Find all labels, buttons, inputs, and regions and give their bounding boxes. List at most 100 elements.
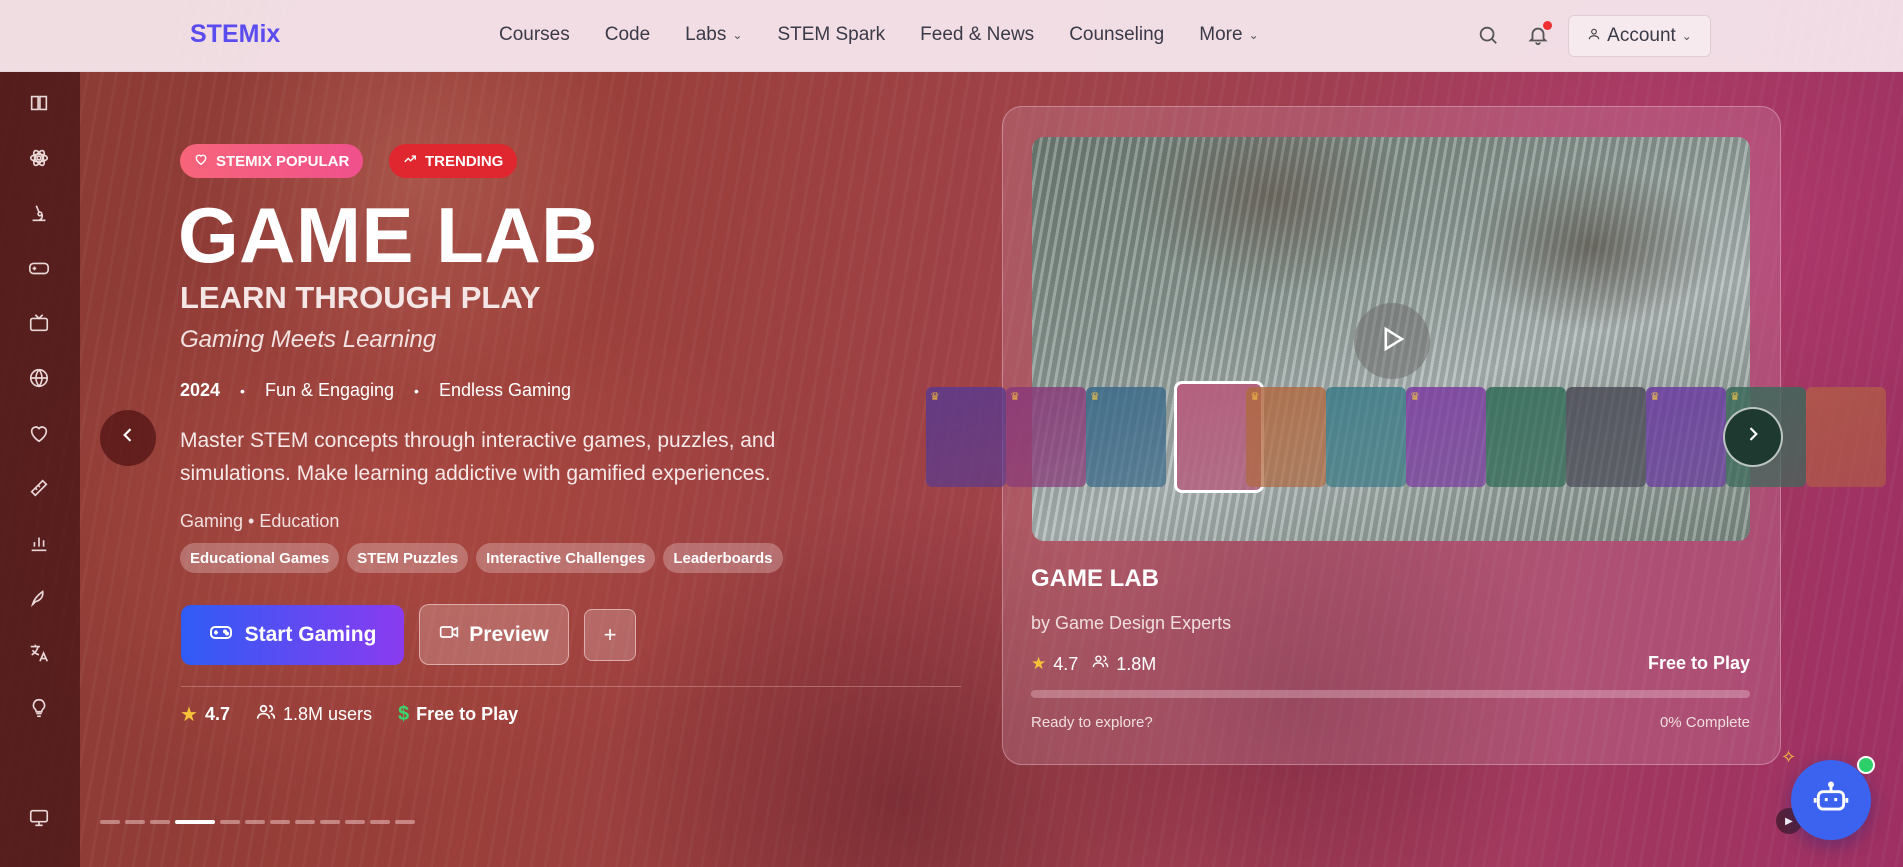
preview-button[interactable]: Preview xyxy=(419,604,569,665)
thumbnail-item[interactable] xyxy=(1326,387,1406,487)
pager-dot[interactable] xyxy=(345,820,365,824)
notification-dot xyxy=(1543,21,1552,30)
thumbnail-item[interactable]: ♛ xyxy=(1246,387,1326,487)
pager-dot[interactable] xyxy=(175,820,215,824)
ruler-icon[interactable] xyxy=(28,477,52,501)
card-author: by Game Design Experts xyxy=(1031,613,1232,633)
play-icon xyxy=(1377,324,1407,359)
thumbnail-item[interactable] xyxy=(1806,387,1886,487)
add-to-list-button[interactable]: + xyxy=(584,609,636,661)
top-navigation: STEMix Courses Code Labs ⌄ STEM Spark Feed & … xyxy=(0,0,1903,72)
tv-icon[interactable] xyxy=(28,312,52,336)
nav-link-more[interactable]: More ⌄ xyxy=(1199,24,1258,46)
atom-icon[interactable] xyxy=(28,147,52,171)
hero-price-value: Free to Play xyxy=(416,704,519,724)
monitor-icon[interactable] xyxy=(28,807,52,831)
account-label: Account xyxy=(1607,25,1676,46)
hero-meta: 2024 • Fun & Engaging • Endless Gaming xyxy=(180,380,571,401)
gamepad-icon xyxy=(209,620,233,650)
account-button[interactable]: Account ⌄ xyxy=(1568,15,1711,57)
pager-dot[interactable] xyxy=(150,820,170,824)
pager-dot[interactable] xyxy=(295,820,315,824)
card-ready-text: Ready to explore? xyxy=(1031,714,1153,731)
thumbnail-item[interactable]: ♛ xyxy=(926,387,1006,487)
card-users-value: 1.8M xyxy=(1116,653,1157,674)
heart-icon[interactable] xyxy=(28,422,52,446)
tag-chip[interactable]: Leaderboards xyxy=(663,543,783,573)
crown-icon: ♛ xyxy=(1250,391,1260,403)
play-video-button[interactable] xyxy=(1354,303,1430,379)
tag-chip[interactable]: Interactive Challenges xyxy=(476,543,656,573)
pager-dot[interactable] xyxy=(100,820,120,824)
hero-meta-2: Endless Gaming xyxy=(438,380,572,400)
user-icon xyxy=(1587,25,1601,47)
online-status-dot xyxy=(1857,756,1875,774)
nav-link-courses[interactable]: Courses xyxy=(499,24,570,46)
chart-icon[interactable] xyxy=(28,532,52,556)
nav-link-labs[interactable]: Labs ⌄ xyxy=(685,24,742,46)
video-icon xyxy=(439,622,459,648)
thumbnail-item[interactable]: ♛ xyxy=(1086,387,1166,487)
popular-badge-label: STEMIX POPULAR xyxy=(216,152,350,170)
hero-tagline: Gaming Meets Learning xyxy=(180,326,437,353)
chevron-down-icon: ⌄ xyxy=(1681,29,1692,43)
gamepad-icon[interactable] xyxy=(28,257,52,281)
book-icon[interactable] xyxy=(28,92,52,116)
meta-separator: • xyxy=(414,382,419,399)
nav-link-label: STEM Spark xyxy=(777,24,886,45)
nav-link-label: Feed & News xyxy=(920,24,1035,45)
users-icon xyxy=(256,702,276,727)
hero-subtitle: LEARN THROUGH PLAY xyxy=(180,280,541,315)
sparkle-icon: ✧ xyxy=(1781,747,1797,767)
thumbnail-item[interactable]: ♛ xyxy=(1006,387,1086,487)
pager-dot[interactable] xyxy=(220,820,240,824)
hero-rating-value: 4.7 xyxy=(204,704,230,724)
thumbnail-item[interactable] xyxy=(1566,387,1646,487)
carousel-pager xyxy=(100,820,415,824)
sidebar xyxy=(0,72,80,867)
nav-link-feed-news[interactable]: Feed & News xyxy=(920,24,1034,46)
lightbulb-icon[interactable] xyxy=(28,697,52,721)
pager-dot[interactable] xyxy=(245,820,265,824)
start-gaming-button[interactable]: Start Gaming xyxy=(181,605,404,665)
chevron-down-icon: ⌄ xyxy=(1248,28,1259,42)
nav-link-label: Counseling xyxy=(1069,24,1165,45)
rocket-icon[interactable] xyxy=(28,587,52,611)
nav-link-label: Code xyxy=(604,24,651,45)
popular-badge: STEMIX POPULAR xyxy=(180,144,364,178)
thumbnail-item[interactable] xyxy=(1486,387,1566,487)
crown-icon: ♛ xyxy=(1650,391,1660,403)
chevron-left-icon xyxy=(118,425,138,451)
card-rating: ★ 4.7 xyxy=(1031,653,1078,675)
pager-dot[interactable] xyxy=(270,820,290,824)
hero-price: $ Free to Play xyxy=(398,703,518,726)
thumbnail-next-button[interactable] xyxy=(1723,407,1783,467)
chevron-right-icon xyxy=(1743,424,1763,450)
tag-chip[interactable]: Educational Games xyxy=(180,543,340,573)
carousel-prev-button[interactable] xyxy=(100,410,156,466)
pager-dot[interactable] xyxy=(320,820,340,824)
translate-icon[interactable] xyxy=(28,642,52,666)
meta-separator: • xyxy=(240,382,245,399)
thumbnail-item[interactable]: ♛ xyxy=(1406,387,1486,487)
hero-description: Master STEM concepts through interactive… xyxy=(180,429,776,485)
chatbot-button[interactable] xyxy=(1791,760,1871,840)
nav-link-label: Labs xyxy=(685,24,727,45)
microscope-icon[interactable] xyxy=(28,202,52,226)
pager-dot[interactable] xyxy=(395,820,415,824)
globe-icon[interactable] xyxy=(28,367,52,391)
thumbnail-item[interactable]: ♛ xyxy=(1646,387,1726,487)
nav-link-counseling[interactable]: Counseling xyxy=(1069,24,1164,46)
dollar-icon: $ xyxy=(398,703,410,725)
card-users: 1.8M xyxy=(1092,653,1156,675)
nav-link-code[interactable]: Code xyxy=(605,24,650,46)
tag-chip[interactable]: STEM Puzzles xyxy=(347,543,469,573)
brand-logo[interactable]: STEMix xyxy=(190,20,280,49)
pager-dot[interactable] xyxy=(370,820,390,824)
pager-dot[interactable] xyxy=(125,820,145,824)
nav-link-label: Courses xyxy=(499,24,570,45)
heart-icon xyxy=(194,152,208,170)
nav-link-stem-spark[interactable]: STEM Spark xyxy=(777,24,885,46)
search-icon[interactable] xyxy=(1477,24,1501,48)
hero-users: 1.8M users xyxy=(256,702,372,727)
